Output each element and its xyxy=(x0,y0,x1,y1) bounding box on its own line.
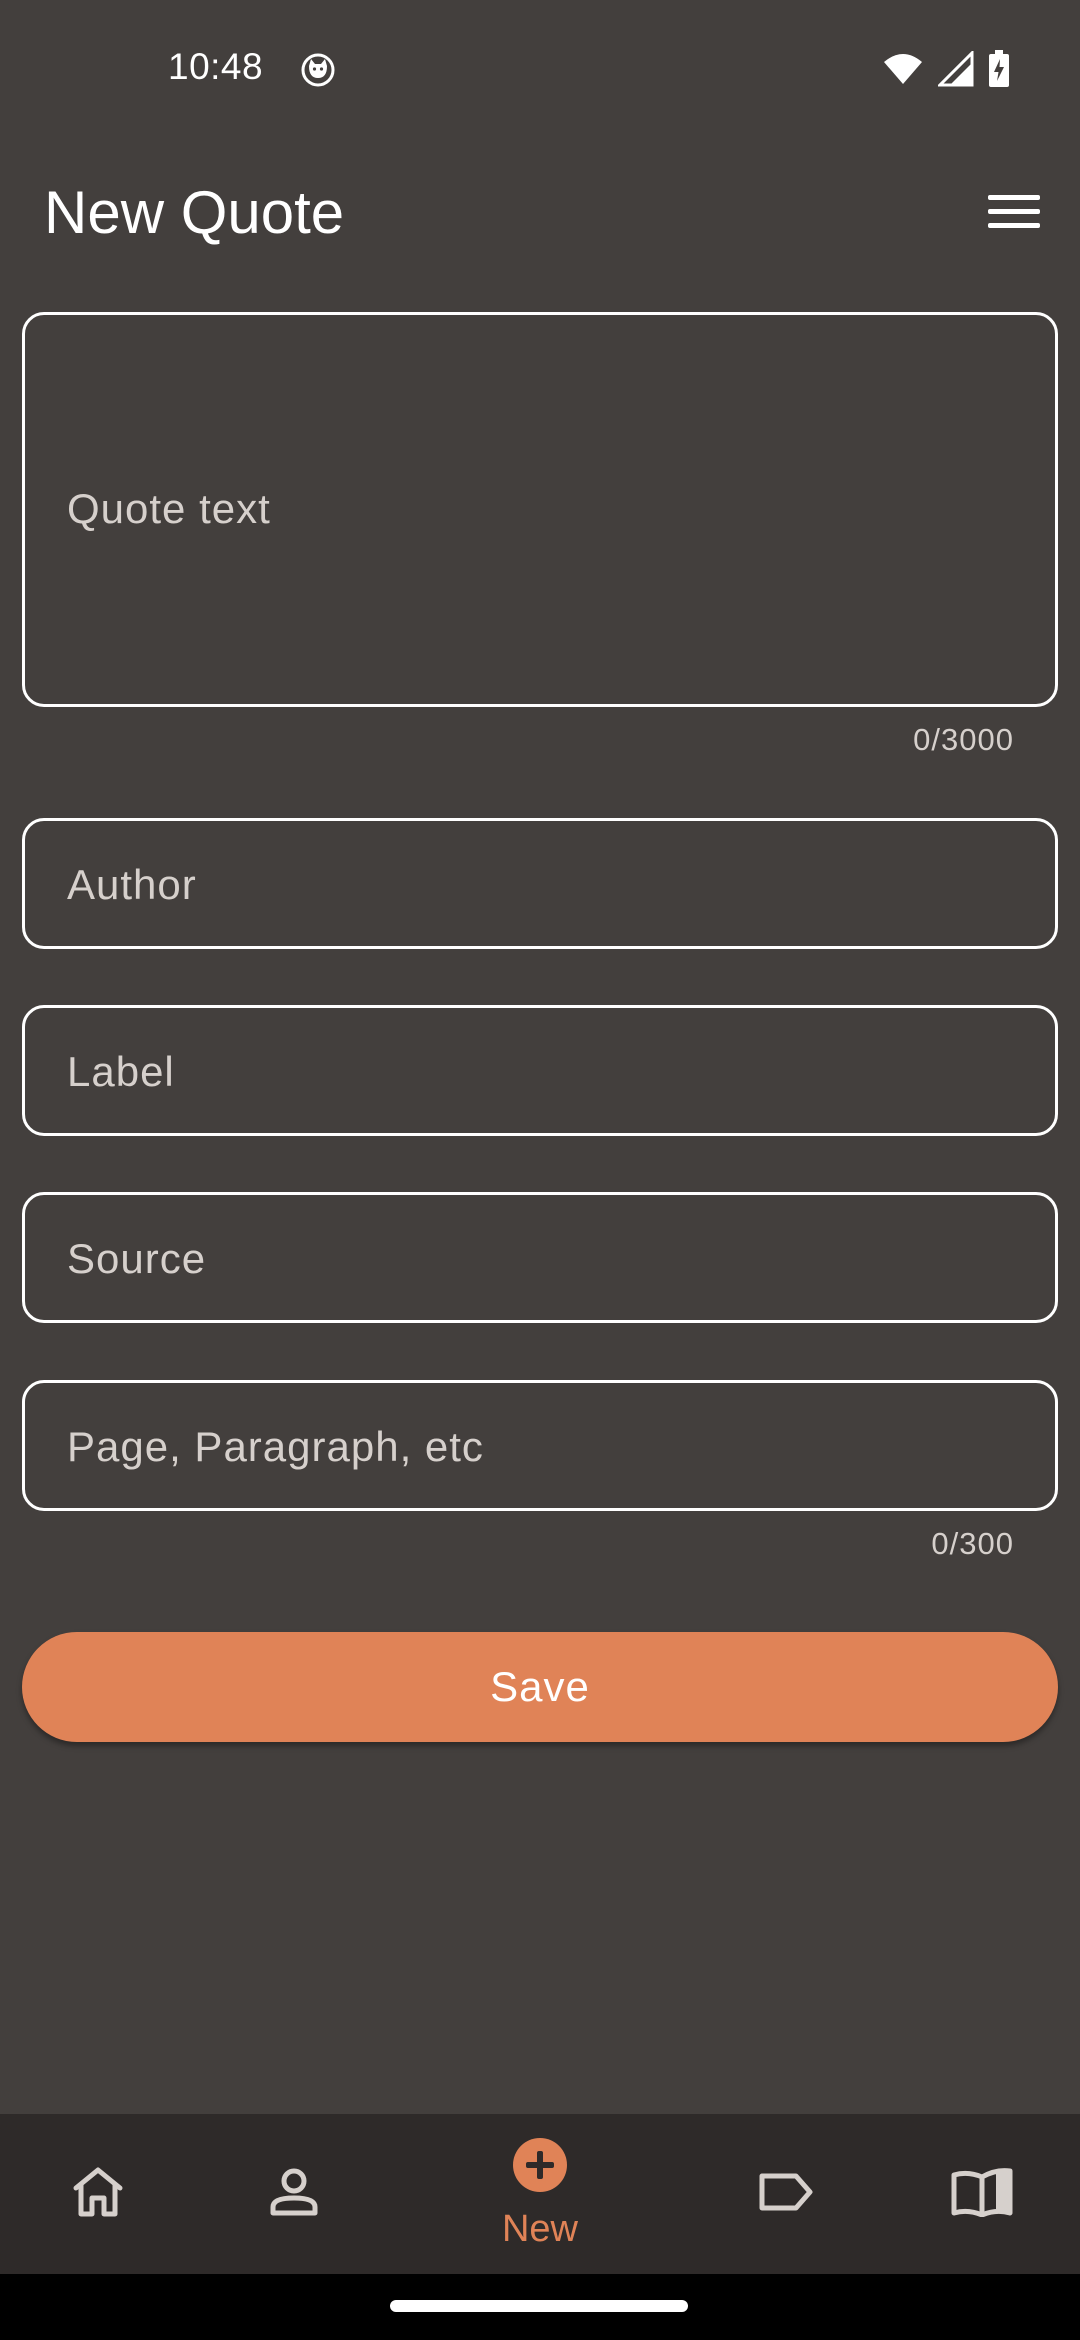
nav-home[interactable] xyxy=(48,2114,148,2274)
page-paragraph-field[interactable]: Page, Paragraph, etc xyxy=(22,1380,1058,1511)
source-field[interactable]: Source xyxy=(22,1192,1058,1323)
cat-notification-icon xyxy=(300,52,336,88)
nav-labels[interactable] xyxy=(736,2114,836,2274)
bottom-navigation: New xyxy=(0,2114,1080,2274)
page-paragraph-counter: 0/300 xyxy=(931,1526,1014,1561)
wifi-icon xyxy=(882,52,924,91)
label-tag-icon xyxy=(758,2172,814,2217)
home-icon xyxy=(71,2166,125,2223)
save-button-label: Save xyxy=(490,1663,590,1710)
author-field[interactable]: Author xyxy=(22,818,1058,949)
status-time: 10:48 xyxy=(168,46,264,87)
nav-profile[interactable] xyxy=(244,2114,344,2274)
status-icons xyxy=(882,49,1010,93)
page-paragraph-placeholder: Page, Paragraph, etc xyxy=(67,1423,484,1470)
page-title: New Quote xyxy=(44,179,345,246)
hamburger-menu-icon xyxy=(988,193,1040,236)
nav-new[interactable]: New xyxy=(470,2114,610,2274)
signal-icon xyxy=(936,49,974,92)
quote-text-placeholder: Quote text xyxy=(67,485,271,532)
source-placeholder: Source xyxy=(67,1235,207,1282)
nav-new-label: New xyxy=(501,2208,579,2250)
status-bar: 10:48 xyxy=(0,0,1080,140)
quote-text-counter: 0/3000 xyxy=(913,722,1014,757)
quote-text-field[interactable]: Quote text xyxy=(22,312,1058,707)
gesture-handle[interactable] xyxy=(390,2300,688,2312)
author-placeholder: Author xyxy=(67,861,197,908)
menu-button[interactable] xyxy=(984,184,1044,244)
save-button[interactable]: Save xyxy=(22,1632,1058,1742)
add-circle-icon xyxy=(512,2137,568,2198)
label-field[interactable]: Label xyxy=(22,1005,1058,1136)
app-bar: New Quote xyxy=(0,150,1080,270)
label-placeholder: Label xyxy=(67,1048,175,1095)
nav-books[interactable] xyxy=(932,2114,1032,2274)
gesture-navigation-area xyxy=(0,2274,1080,2340)
open-book-icon xyxy=(950,2167,1014,2222)
battery-charging-icon xyxy=(988,50,1010,93)
person-icon xyxy=(269,2167,319,2222)
screen: 10:48 New Quote Quote text 0/3000 Author… xyxy=(0,0,1080,2340)
